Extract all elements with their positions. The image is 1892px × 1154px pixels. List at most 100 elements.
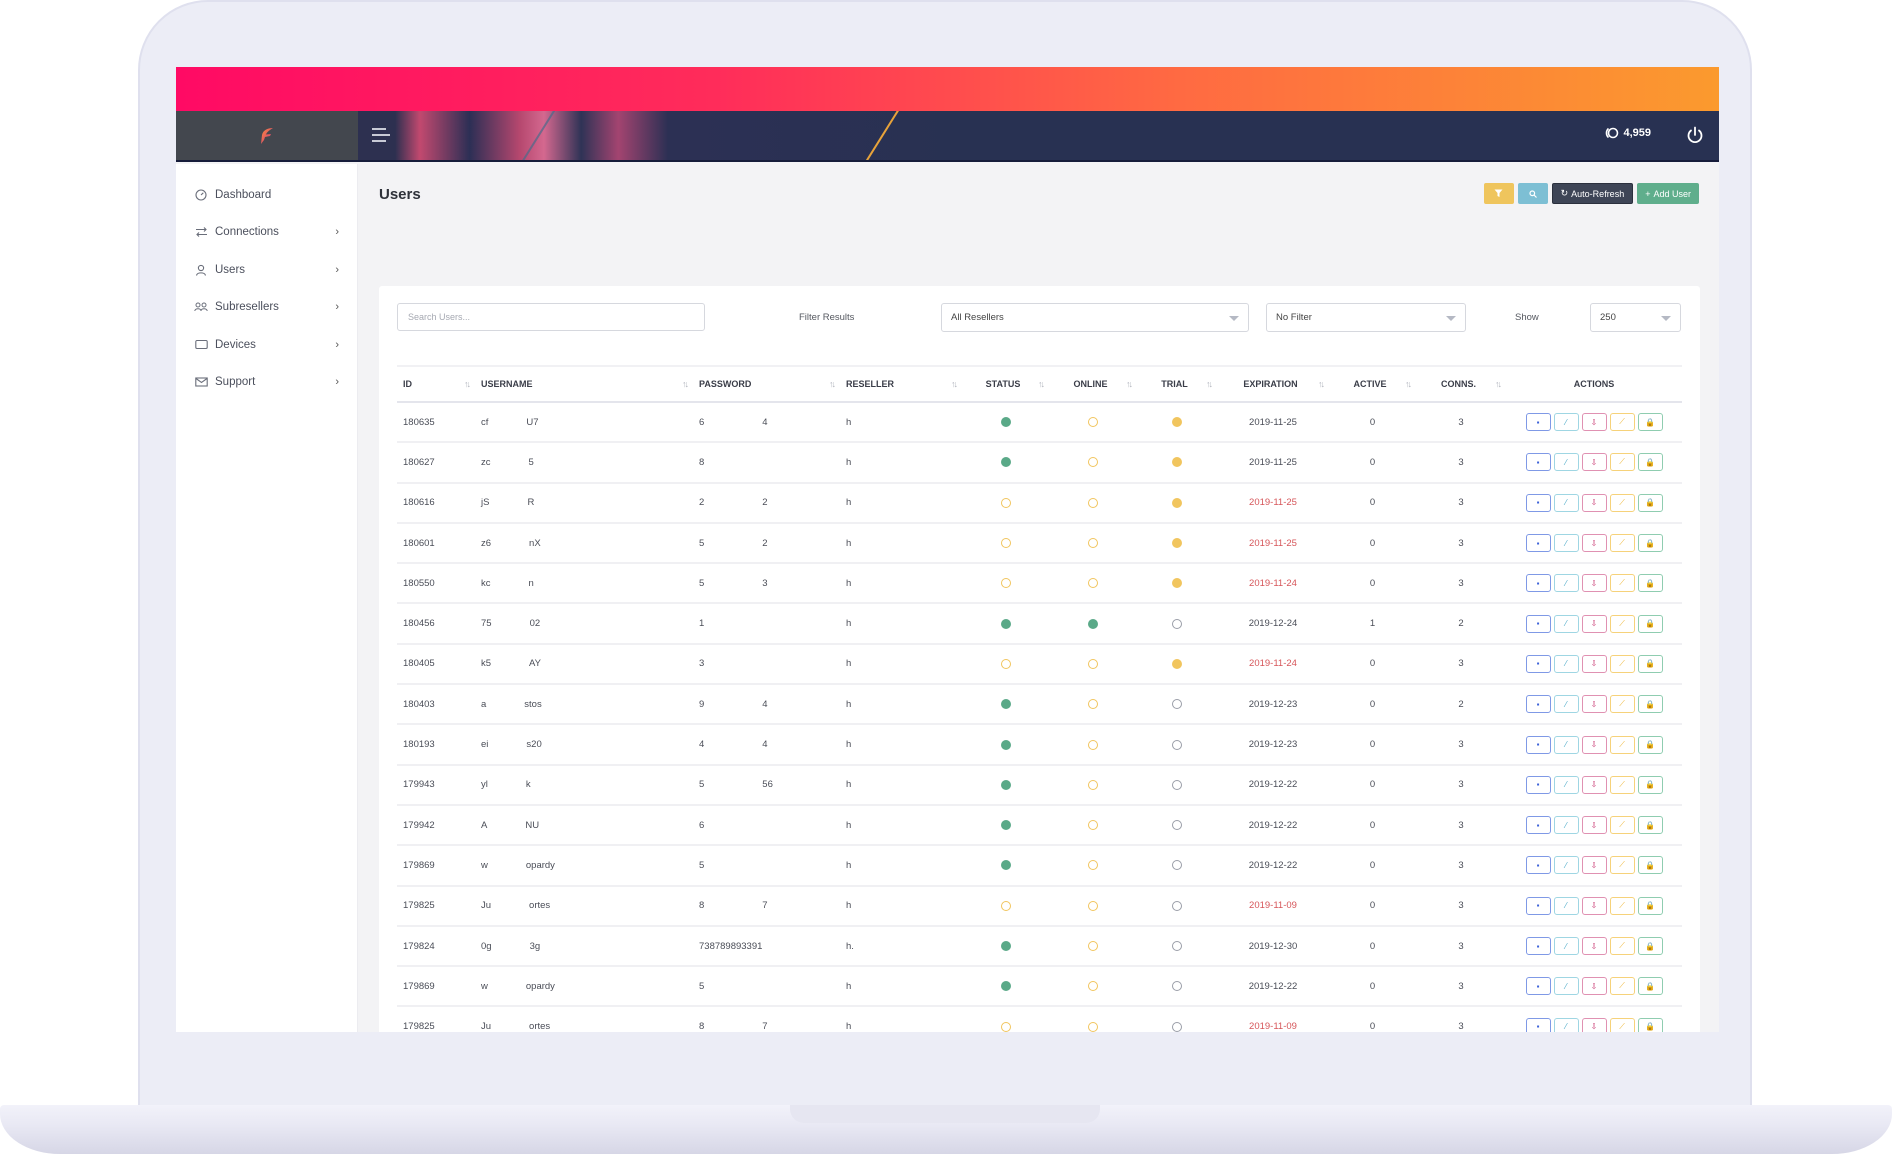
hammer-button[interactable]: ⟋: [1609, 775, 1635, 794]
view-button[interactable]: ▪: [1525, 574, 1551, 593]
hammer-button[interactable]: ⟋: [1609, 614, 1635, 633]
download-button[interactable]: ⇩: [1581, 534, 1607, 553]
edit-button[interactable]: ⁄: [1553, 614, 1579, 633]
lock-button[interactable]: 🔒: [1637, 695, 1663, 714]
hammer-button[interactable]: ⟋: [1609, 1017, 1635, 1032]
edit-button[interactable]: ⁄: [1553, 413, 1579, 432]
column-header-trial[interactable]: TRIAL ↑↓: [1137, 365, 1217, 403]
view-button[interactable]: ▪: [1525, 735, 1551, 754]
sort-icon[interactable]: ↑↓: [1318, 379, 1325, 389]
lock-button[interactable]: 🔒: [1637, 735, 1663, 754]
edit-button[interactable]: ⁄: [1553, 977, 1579, 996]
download-button[interactable]: ⇩: [1581, 1017, 1607, 1032]
page-size-select[interactable]: 250: [1590, 303, 1681, 332]
view-button[interactable]: ▪: [1525, 493, 1551, 512]
column-header-reseller[interactable]: RESELLER ↑↓: [840, 365, 962, 403]
lock-button[interactable]: 🔒: [1637, 896, 1663, 915]
sort-icon[interactable]: ↑↓: [1405, 379, 1412, 389]
sort-icon[interactable]: ↑↓: [1038, 379, 1045, 389]
view-button[interactable]: ▪: [1525, 856, 1551, 875]
download-button[interactable]: ⇩: [1581, 775, 1607, 794]
status-filter-select[interactable]: No Filter: [1266, 303, 1466, 332]
column-header-expiration[interactable]: EXPIRATION ↑↓: [1217, 365, 1329, 403]
edit-button[interactable]: ⁄: [1553, 735, 1579, 754]
lock-button[interactable]: 🔒: [1637, 775, 1663, 794]
hammer-button[interactable]: ⟋: [1609, 413, 1635, 432]
download-button[interactable]: ⇩: [1581, 735, 1607, 754]
lock-button[interactable]: 🔒: [1637, 413, 1663, 432]
sort-icon[interactable]: ↑↓: [1206, 379, 1213, 389]
sidebar-item-support[interactable]: Support ›: [176, 364, 357, 402]
search-button[interactable]: [1517, 183, 1548, 204]
download-button[interactable]: ⇩: [1581, 856, 1607, 875]
view-button[interactable]: ▪: [1525, 896, 1551, 915]
hammer-button[interactable]: ⟋: [1609, 493, 1635, 512]
brand[interactable]: [176, 111, 358, 160]
menu-toggle-button[interactable]: [372, 128, 390, 142]
view-button[interactable]: ▪: [1525, 977, 1551, 996]
hammer-button[interactable]: ⟋: [1609, 534, 1635, 553]
view-button[interactable]: ▪: [1525, 1017, 1551, 1032]
search-users-input[interactable]: [397, 303, 705, 331]
download-button[interactable]: ⇩: [1581, 413, 1607, 432]
sort-icon[interactable]: ↑↓: [1495, 379, 1502, 389]
hammer-button[interactable]: ⟋: [1609, 896, 1635, 915]
view-button[interactable]: ▪: [1525, 937, 1551, 955]
sort-icon[interactable]: ↑↓: [682, 379, 689, 389]
download-button[interactable]: ⇩: [1581, 614, 1607, 633]
power-icon[interactable]: [1685, 125, 1705, 145]
hammer-button[interactable]: ⟋: [1609, 695, 1635, 714]
filter-button[interactable]: [1483, 183, 1514, 204]
download-button[interactable]: ⇩: [1581, 453, 1607, 472]
lock-button[interactable]: 🔒: [1637, 574, 1663, 593]
sort-icon[interactable]: ↑↓: [1126, 379, 1133, 389]
download-button[interactable]: ⇩: [1581, 896, 1607, 915]
view-button[interactable]: ▪: [1525, 534, 1551, 553]
sidebar-item-dashboard[interactable]: Dashboard: [176, 176, 357, 214]
lock-button[interactable]: 🔒: [1637, 493, 1663, 512]
sidebar-item-connections[interactable]: Connections ›: [176, 214, 357, 252]
edit-button[interactable]: ⁄: [1553, 1017, 1579, 1032]
sidebar-item-devices[interactable]: Devices ›: [176, 326, 357, 364]
sort-icon[interactable]: ↑↓: [464, 379, 471, 389]
hammer-button[interactable]: ⟋: [1609, 856, 1635, 875]
auto-refresh-button[interactable]: ↻ Auto-Refresh: [1551, 183, 1634, 204]
view-button[interactable]: ▪: [1525, 413, 1551, 432]
column-header-online[interactable]: ONLINE ↑↓: [1049, 365, 1137, 403]
lock-button[interactable]: 🔒: [1637, 977, 1663, 996]
view-button[interactable]: ▪: [1525, 816, 1551, 835]
view-button[interactable]: ▪: [1525, 614, 1551, 633]
hammer-button[interactable]: ⟋: [1609, 574, 1635, 593]
edit-button[interactable]: ⁄: [1553, 856, 1579, 875]
view-button[interactable]: ▪: [1525, 695, 1551, 714]
edit-button[interactable]: ⁄: [1553, 695, 1579, 714]
lock-button[interactable]: 🔒: [1637, 654, 1663, 673]
column-header-password[interactable]: PASSWORD ↑↓: [693, 365, 840, 403]
hammer-button[interactable]: ⟋: [1609, 453, 1635, 472]
edit-button[interactable]: ⁄: [1553, 493, 1579, 512]
view-button[interactable]: ▪: [1525, 654, 1551, 673]
download-button[interactable]: ⇩: [1581, 695, 1607, 714]
view-button[interactable]: ▪: [1525, 775, 1551, 794]
column-header-username[interactable]: USERNAME ↑↓: [475, 365, 693, 403]
sidebar-item-users[interactable]: Users ›: [176, 251, 357, 289]
edit-button[interactable]: ⁄: [1553, 816, 1579, 835]
download-button[interactable]: ⇩: [1581, 816, 1607, 835]
lock-button[interactable]: 🔒: [1637, 816, 1663, 835]
lock-button[interactable]: 🔒: [1637, 1017, 1663, 1032]
download-button[interactable]: ⇩: [1581, 574, 1607, 593]
lock-button[interactable]: 🔒: [1637, 453, 1663, 472]
download-button[interactable]: ⇩: [1581, 654, 1607, 673]
hammer-button[interactable]: ⟋: [1609, 977, 1635, 996]
reseller-select[interactable]: All Resellers: [941, 303, 1249, 332]
add-user-button[interactable]: + Add User: [1637, 183, 1699, 204]
lock-button[interactable]: 🔒: [1637, 534, 1663, 553]
edit-button[interactable]: ⁄: [1553, 574, 1579, 593]
sort-icon[interactable]: ↑↓: [829, 379, 836, 389]
edit-button[interactable]: ⁄: [1553, 654, 1579, 673]
hammer-button[interactable]: ⟋: [1609, 816, 1635, 835]
column-header-status[interactable]: STATUS ↑↓: [962, 365, 1049, 403]
column-header-active[interactable]: ACTIVE ↑↓: [1329, 365, 1416, 403]
download-button[interactable]: ⇩: [1581, 977, 1607, 996]
sidebar-item-subresellers[interactable]: Subresellers ›: [176, 289, 357, 327]
